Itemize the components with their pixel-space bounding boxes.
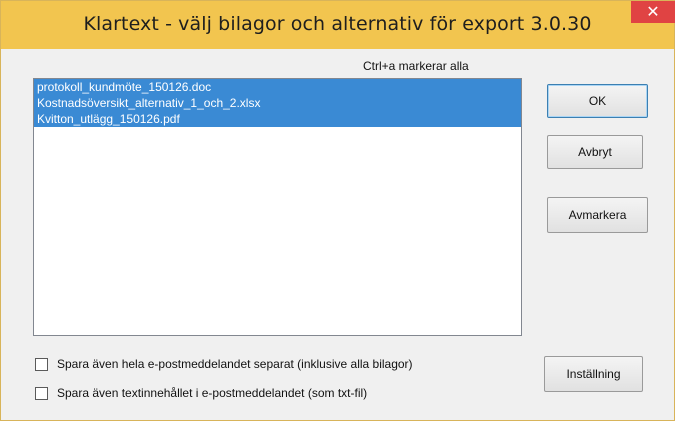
list-item-attachment-1[interactable]: protokoll_kundmöte_150126.doc — [34, 79, 521, 95]
close-button[interactable]: ✕ — [631, 1, 675, 23]
ok-button[interactable]: OK — [547, 84, 648, 118]
save-text-content-checkbox[interactable] — [35, 386, 48, 400]
save-whole-email-option[interactable]: Spara även hela e-postmeddelandet separa… — [35, 356, 413, 372]
deselect-button-label: Avmarkera — [568, 208, 627, 222]
window-title: Klartext - välj bilagor och alternativ f… — [83, 13, 592, 35]
close-icon: ✕ — [646, 2, 660, 21]
save-whole-email-label: Spara även hela e-postmeddelandet separa… — [57, 357, 413, 371]
attachment-list[interactable]: protokoll_kundmöte_150126.doc Kostnadsöv… — [33, 78, 522, 336]
select-all-hint: Ctrl+a markerar alla — [363, 59, 469, 73]
list-item-attachment-2[interactable]: Kostnadsöversikt_alternativ_1_och_2.xlsx — [34, 95, 521, 111]
save-text-content-label: Spara även textinnehållet i e-postmeddel… — [57, 386, 368, 400]
save-whole-email-checkbox[interactable] — [35, 357, 48, 371]
list-item-attachment-3[interactable]: Kvitton_utlägg_150126.pdf — [34, 111, 521, 127]
title-bar[interactable]: Klartext - välj bilagor och alternativ f… — [1, 1, 675, 49]
settings-button[interactable]: Inställning — [544, 356, 643, 392]
save-text-content-option[interactable]: Spara även textinnehållet i e-postmeddel… — [35, 385, 367, 401]
ok-button-label: OK — [588, 94, 607, 108]
cancel-button[interactable]: Avbryt — [547, 135, 643, 169]
export-dialog: Klartext - välj bilagor och alternativ f… — [0, 0, 675, 421]
cancel-button-label: Avbryt — [578, 145, 612, 159]
settings-button-label: Inställning — [566, 367, 621, 381]
deselect-button[interactable]: Avmarkera — [547, 197, 648, 233]
